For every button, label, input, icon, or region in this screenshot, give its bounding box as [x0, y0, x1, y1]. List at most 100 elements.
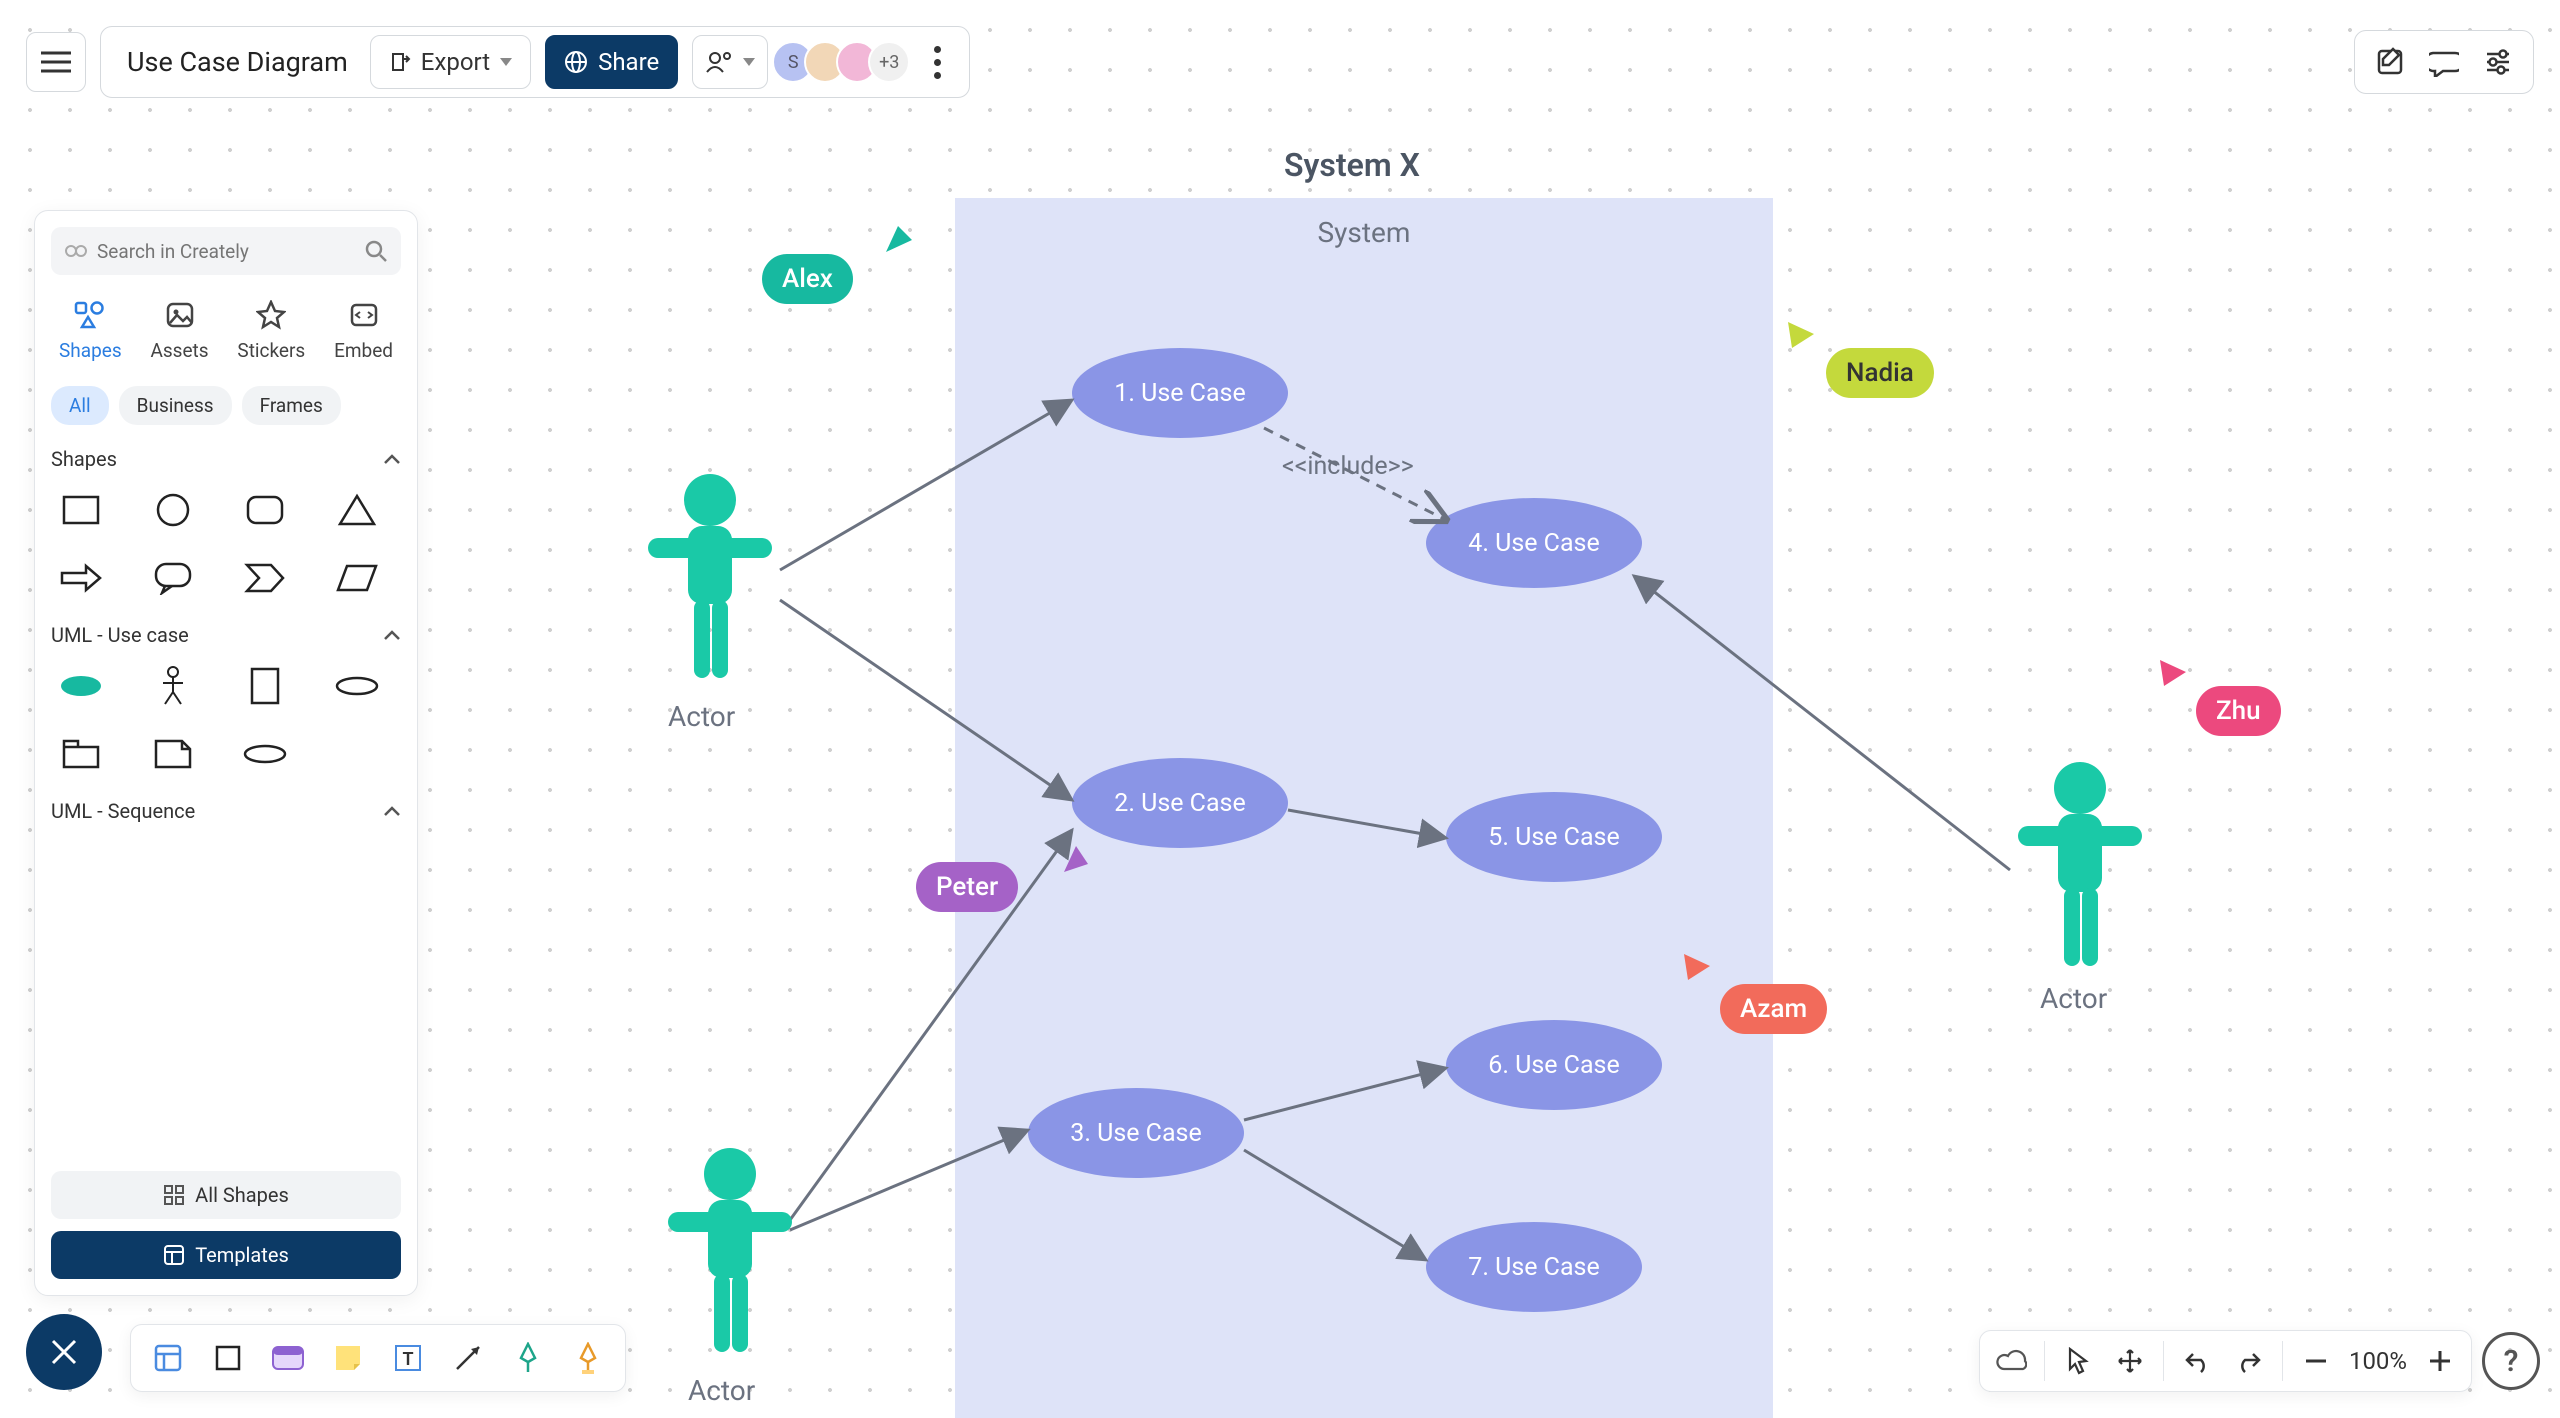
embed-tab-icon — [346, 297, 382, 333]
close-icon — [49, 1337, 79, 1367]
text-tool[interactable]: T — [383, 1333, 433, 1383]
connector-tool[interactable] — [443, 1333, 493, 1383]
more-menu-button[interactable] — [924, 46, 951, 79]
section-uml-sequence-header[interactable]: UML - Sequence — [51, 799, 401, 823]
container-tool[interactable] — [263, 1333, 313, 1383]
creately-logo-icon — [65, 242, 87, 260]
shape-arrow[interactable] — [53, 555, 109, 601]
cursor-tag-zhu: Zhu — [2196, 686, 2281, 736]
tab-stickers[interactable]: Stickers — [233, 291, 309, 368]
chevron-down-icon — [500, 58, 512, 66]
bottom-right-toolbar: 100% — [1979, 1330, 2472, 1392]
rectangle-tool[interactable] — [203, 1333, 253, 1383]
shape-rounded-rectangle[interactable] — [237, 487, 293, 533]
main-toolbar: Use Case Diagram Export Share S +3 — [100, 26, 970, 98]
chip-all[interactable]: All — [51, 386, 109, 425]
chevron-up-icon — [383, 453, 401, 465]
usecase-7[interactable]: 7. Use Case — [1426, 1222, 1642, 1312]
shape-package[interactable] — [53, 731, 109, 777]
shape-actor-stick[interactable] — [145, 663, 201, 709]
search-field[interactable] — [51, 227, 401, 275]
highlighter-tool[interactable] — [563, 1333, 613, 1383]
usecase-2[interactable]: 2. Use Case — [1072, 758, 1288, 848]
section-uml-usecase-header[interactable]: UML - Use case — [51, 623, 401, 647]
cursor-tag-azam: Azam — [1720, 984, 1827, 1034]
undo-button[interactable] — [2174, 1338, 2220, 1384]
shape-speech-bubble[interactable] — [145, 555, 201, 601]
redo-button[interactable] — [2226, 1338, 2272, 1384]
usecase-4[interactable]: 4. Use Case — [1426, 498, 1642, 588]
globe-icon — [564, 50, 588, 74]
close-panel-button[interactable] — [26, 1314, 102, 1390]
sticky-note-tool[interactable] — [323, 1333, 373, 1383]
usecase-3[interactable]: 3. Use Case — [1028, 1088, 1244, 1178]
document-title[interactable]: Use Case Diagram — [119, 46, 356, 78]
actor-label-left-top: Actor — [668, 700, 735, 733]
help-button[interactable]: ? — [2482, 1332, 2540, 1390]
comment-icon — [2429, 47, 2459, 77]
shape-chevron[interactable] — [237, 555, 293, 601]
edit-button[interactable] — [2367, 39, 2413, 85]
zoom-in-button[interactable] — [2417, 1338, 2463, 1384]
system-label: System — [955, 198, 1773, 249]
search-input[interactable] — [97, 240, 355, 263]
cursor-tag-alex: Alex — [762, 254, 853, 304]
shape-system-boundary[interactable] — [237, 663, 293, 709]
zoom-level[interactable]: 100% — [2345, 1347, 2411, 1375]
collaborator-avatars[interactable]: S +3 — [782, 41, 910, 83]
redo-icon — [2235, 1349, 2263, 1373]
shape-ellipse-outline[interactable] — [329, 663, 385, 709]
sliders-icon — [2483, 47, 2513, 77]
cursor-alex — [884, 224, 914, 254]
system-title: System X — [1284, 146, 1420, 184]
shape-circle[interactable] — [145, 487, 201, 533]
usecase-6[interactable]: 6. Use Case — [1446, 1020, 1662, 1110]
shape-usecase-ellipse[interactable] — [53, 663, 109, 709]
chip-frames[interactable]: Frames — [242, 386, 341, 425]
comments-button[interactable] — [2421, 39, 2467, 85]
tab-embed[interactable]: Embed — [330, 291, 397, 368]
export-button[interactable]: Export — [370, 35, 531, 89]
chevron-up-icon — [383, 805, 401, 817]
templates-button[interactable]: Templates — [51, 1231, 401, 1279]
cloud-icon — [1995, 1349, 2027, 1373]
cloud-sync-button[interactable] — [1988, 1338, 2034, 1384]
pen-tool[interactable] — [503, 1333, 553, 1383]
all-shapes-button[interactable]: All Shapes — [51, 1171, 401, 1219]
tab-shapes[interactable]: Shapes — [55, 291, 126, 368]
shapes-tab-icon — [72, 297, 108, 333]
share-button[interactable]: Share — [545, 35, 678, 89]
shape-parallelogram[interactable] — [329, 555, 385, 601]
chevron-up-icon — [383, 629, 401, 641]
avatar-more-count[interactable]: +3 — [868, 41, 910, 83]
pan-icon — [2116, 1347, 2144, 1375]
hamburger-menu-button[interactable] — [26, 32, 86, 92]
shape-ellipse-outline-2[interactable] — [237, 731, 293, 777]
select-tool[interactable] — [2055, 1338, 2101, 1384]
shape-rectangle[interactable] — [53, 487, 109, 533]
usecase-1[interactable]: 1. Use Case — [1072, 348, 1288, 438]
frame-tool[interactable] — [143, 1333, 193, 1383]
section-shapes-header[interactable]: Shapes — [51, 447, 401, 471]
chip-business[interactable]: Business — [119, 386, 232, 425]
usecase-5[interactable]: 5. Use Case — [1446, 792, 1662, 882]
cursor-zhu — [2158, 658, 2188, 688]
pan-tool[interactable] — [2107, 1338, 2153, 1384]
invite-button[interactable] — [692, 35, 768, 89]
cursor-azam — [1682, 952, 1712, 982]
zoom-out-button[interactable] — [2293, 1338, 2339, 1384]
cursor-nadia — [1786, 320, 1816, 350]
bottom-tool-tray: T — [130, 1324, 626, 1392]
svg-text:T: T — [402, 1349, 413, 1370]
top-right-toolbar — [2354, 30, 2534, 94]
cursor-peter — [1060, 844, 1090, 874]
shape-note[interactable] — [145, 731, 201, 777]
chevron-down-icon — [743, 58, 755, 66]
tab-assets[interactable]: Assets — [146, 291, 212, 368]
grid-icon — [163, 1184, 185, 1206]
shape-triangle[interactable] — [329, 487, 385, 533]
cursor-tag-nadia: Nadia — [1826, 348, 1934, 398]
settings-button[interactable] — [2475, 39, 2521, 85]
templates-icon — [163, 1244, 185, 1266]
shapes-panel: Shapes Assets Stickers Embed All Busines… — [34, 210, 418, 1296]
